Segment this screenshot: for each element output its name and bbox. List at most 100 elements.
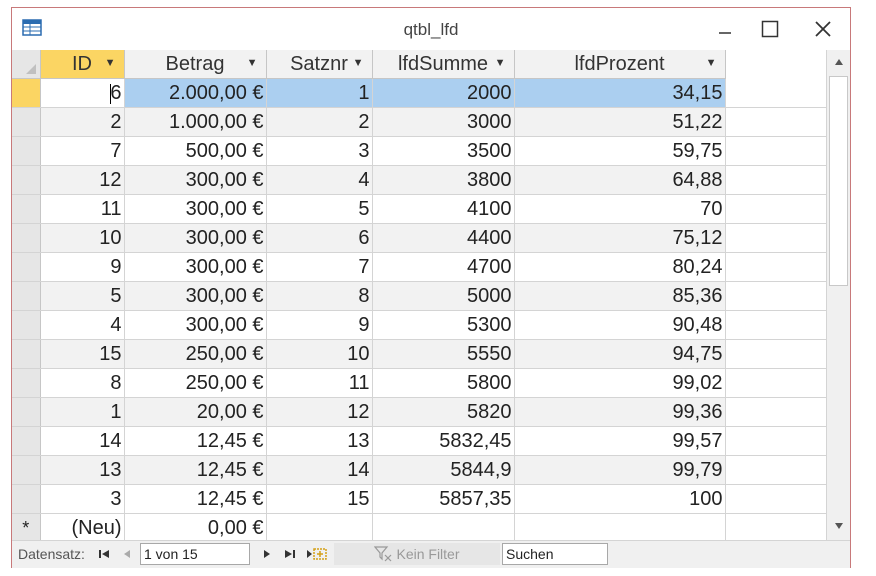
cell-lfdsumme[interactable]: 5820 — [372, 397, 515, 427]
cell-lfdsumme[interactable]: 5844,9 — [372, 455, 515, 485]
cell-lfdprozent[interactable]: 100 — [514, 484, 726, 514]
cell-lfdprozent[interactable]: 75,12 — [514, 223, 726, 253]
cell-satznr[interactable]: 1 — [266, 78, 373, 108]
cell-lfdsumme[interactable]: 2000 — [372, 78, 515, 108]
cell-betrag[interactable]: 300,00 € — [124, 281, 267, 311]
cell-lfdsumme[interactable]: 5300 — [372, 310, 515, 340]
cell-satznr[interactable]: 3 — [266, 136, 373, 166]
cell-betrag[interactable]: 12,45 € — [124, 484, 267, 514]
cell-satznr[interactable]: 12 — [266, 397, 373, 427]
row-selector[interactable] — [12, 455, 41, 485]
cell-satznr[interactable]: 7 — [266, 252, 373, 282]
cell-lfdprozent[interactable]: 34,15 — [514, 78, 726, 108]
row-selector[interactable] — [12, 165, 41, 195]
row-selector[interactable] — [12, 281, 41, 311]
column-dropdown-icon[interactable]: ▼ — [247, 57, 258, 69]
cell-lfdsumme[interactable]: 5550 — [372, 339, 515, 369]
row-selector[interactable] — [12, 368, 41, 398]
row-selector[interactable] — [12, 339, 41, 369]
first-record-button[interactable] — [98, 545, 110, 563]
cell-id[interactable]: 13 — [40, 455, 125, 485]
column-header-satznr[interactable]: Satznr ▼ — [266, 50, 373, 79]
close-button[interactable] — [808, 16, 838, 42]
row-selector[interactable] — [12, 194, 41, 224]
cell-lfdsumme[interactable]: 4100 — [372, 194, 515, 224]
row-selector[interactable] — [12, 484, 41, 514]
scroll-thumb[interactable] — [829, 76, 848, 286]
row-selector[interactable] — [12, 107, 41, 137]
cell-satznr[interactable]: 8 — [266, 281, 373, 311]
cell-lfdsumme[interactable]: 4400 — [372, 223, 515, 253]
cell-id[interactable]: 1 — [40, 397, 125, 427]
select-all-corner[interactable] — [12, 50, 41, 79]
cell-lfdsumme[interactable]: 3500 — [372, 136, 515, 166]
column-header-lfdsumme[interactable]: lfdSumme ▼ — [372, 50, 515, 79]
table-row[interactable]: 4 300,00 €9 5300 90,48 — [12, 310, 826, 340]
new-record-button[interactable] — [306, 545, 328, 563]
cell-lfdsumme[interactable]: 5857,35 — [372, 484, 515, 514]
cell-id[interactable]: 9 — [40, 252, 125, 282]
cell-lfdsumme[interactable]: 4700 — [372, 252, 515, 282]
table-row[interactable]: 8 250,00 €11 5800 99,02 — [12, 368, 826, 398]
cell-lfdprozent[interactable]: 85,36 — [514, 281, 726, 311]
new-record-row[interactable]: * (Neu) 0,00 € — [12, 513, 826, 540]
new-row-id[interactable]: (Neu) — [40, 513, 125, 540]
cell-id[interactable]: 15 — [40, 339, 125, 369]
cell-lfdprozent[interactable]: 70 — [514, 194, 726, 224]
column-dropdown-icon[interactable]: ▼ — [495, 57, 506, 69]
new-row-lfdprozent[interactable] — [514, 513, 726, 540]
cell-betrag[interactable]: 500,00 € — [124, 136, 267, 166]
cell-id[interactable]: 6 — [40, 78, 125, 108]
cell-satznr[interactable]: 10 — [266, 339, 373, 369]
cell-betrag[interactable]: 12,45 € — [124, 426, 267, 456]
column-dropdown-icon[interactable]: ▼ — [353, 57, 364, 69]
cell-lfdsumme[interactable]: 5800 — [372, 368, 515, 398]
cell-satznr[interactable]: 5 — [266, 194, 373, 224]
new-row-betrag[interactable]: 0,00 € — [124, 513, 267, 540]
table-row[interactable]: 2 1.000,00 €2 3000 51,22 — [12, 107, 826, 137]
row-selector[interactable] — [12, 426, 41, 456]
cell-id[interactable]: 4 — [40, 310, 125, 340]
cell-lfdprozent[interactable]: 99,79 — [514, 455, 726, 485]
cell-betrag[interactable]: 250,00 € — [124, 339, 267, 369]
cell-betrag[interactable]: 2.000,00 € — [124, 78, 267, 108]
column-header-lfdprozent[interactable]: lfdProzent ▼ — [514, 50, 726, 79]
cell-lfdprozent[interactable]: 94,75 — [514, 339, 726, 369]
cell-betrag[interactable]: 300,00 € — [124, 310, 267, 340]
cell-lfdsumme[interactable]: 5832,45 — [372, 426, 515, 456]
cell-satznr[interactable]: 9 — [266, 310, 373, 340]
cell-lfdsumme[interactable]: 3000 — [372, 107, 515, 137]
table-row[interactable]: 13 12,45 €14 5844,9 99,79 — [12, 455, 826, 485]
previous-record-button[interactable] — [122, 545, 132, 563]
cell-satznr[interactable]: 6 — [266, 223, 373, 253]
row-selector[interactable] — [12, 136, 41, 166]
cell-lfdprozent[interactable]: 99,57 — [514, 426, 726, 456]
new-row-marker[interactable]: * — [12, 513, 41, 540]
cell-betrag[interactable]: 300,00 € — [124, 165, 267, 195]
cell-id[interactable]: 2 — [40, 107, 125, 137]
table-row[interactable]: 7 500,00 €3 3500 59,75 — [12, 136, 826, 166]
column-dropdown-icon[interactable]: ▼ — [105, 57, 116, 69]
cell-betrag[interactable]: 1.000,00 € — [124, 107, 267, 137]
cell-satznr[interactable]: 2 — [266, 107, 373, 137]
filter-button[interactable]: Kein Filter — [334, 543, 500, 565]
cell-lfdprozent[interactable]: 51,22 — [514, 107, 726, 137]
cell-betrag[interactable]: 12,45 € — [124, 455, 267, 485]
cell-satznr[interactable]: 13 — [266, 426, 373, 456]
table-row[interactable]: 9 300,00 €7 4700 80,24 — [12, 252, 826, 282]
last-record-button[interactable] — [284, 545, 296, 563]
table-row[interactable]: 15 250,00 €10 5550 94,75 — [12, 339, 826, 369]
table-row[interactable]: 11 300,00 €5 4100 70 — [12, 194, 826, 224]
table-row[interactable]: 12 300,00 €4 3800 64,88 — [12, 165, 826, 195]
row-selector[interactable] — [12, 223, 41, 253]
table-row[interactable]: 14 12,45 €13 5832,45 99,57 — [12, 426, 826, 456]
cell-betrag[interactable]: 300,00 € — [124, 223, 267, 253]
cell-id[interactable]: 12 — [40, 165, 125, 195]
cell-satznr[interactable]: 15 — [266, 484, 373, 514]
table-row[interactable]: 3 12,45 €15 5857,35 100 — [12, 484, 826, 514]
cell-id[interactable]: 14 — [40, 426, 125, 456]
cell-lfdsumme[interactable]: 3800 — [372, 165, 515, 195]
row-selector[interactable] — [12, 252, 41, 282]
minimize-button[interactable] — [710, 16, 740, 42]
row-selector[interactable] — [12, 397, 41, 427]
